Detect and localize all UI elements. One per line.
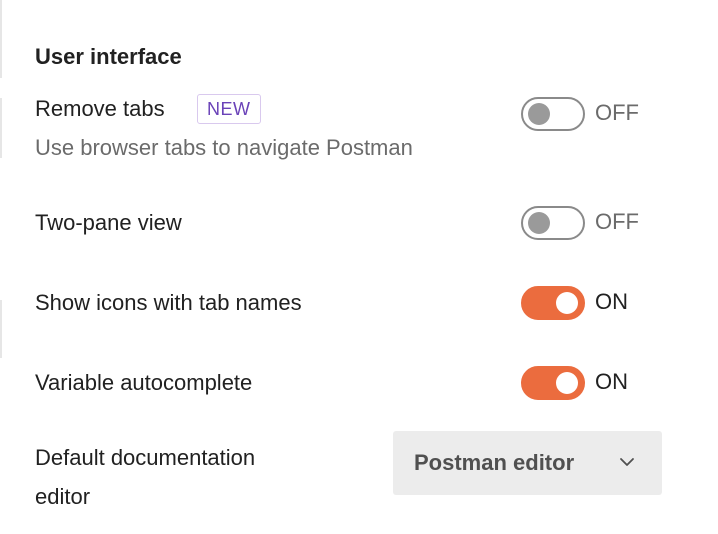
- remove-tabs-state: OFF: [595, 100, 639, 125]
- chevron-down-icon: [620, 458, 634, 466]
- new-badge: NEW: [197, 94, 261, 124]
- show-icons-state: ON: [595, 289, 628, 314]
- documentation-editor-dropdown[interactable]: Postman editor: [393, 431, 662, 495]
- setting-description-remove-tabs: Use browser tabs to navigate Postman: [35, 135, 413, 160]
- two-pane-view-toggle[interactable]: [521, 206, 585, 240]
- setting-label-variable-autocomplete: Variable autocomplete: [35, 370, 253, 395]
- panel-edge-mark: [0, 300, 2, 358]
- variable-autocomplete-toggle[interactable]: [521, 366, 585, 400]
- setting-label-show-icons: Show icons with tab names: [35, 290, 302, 315]
- dropdown-selected-value: Postman editor: [414, 450, 575, 475]
- toggle-knob: [528, 103, 550, 125]
- toggle-knob: [556, 372, 578, 394]
- variable-autocomplete-state: ON: [595, 369, 628, 394]
- setting-label-two-pane-view: Two-pane view: [35, 210, 182, 235]
- toggle-knob: [556, 292, 578, 314]
- show-icons-toggle[interactable]: [521, 286, 585, 320]
- two-pane-view-state: OFF: [595, 209, 639, 234]
- panel-edge-mark: [0, 0, 2, 78]
- remove-tabs-toggle[interactable]: [521, 97, 585, 131]
- section-title: User interface: [35, 44, 182, 69]
- setting-label-default-doc-editor-cont: editor: [35, 484, 91, 509]
- panel-edge-mark: [0, 98, 2, 158]
- setting-label-remove-tabs: Remove tabs: [35, 96, 165, 121]
- toggle-knob: [528, 212, 550, 234]
- setting-label-default-doc-editor: Default documentation: [35, 445, 256, 470]
